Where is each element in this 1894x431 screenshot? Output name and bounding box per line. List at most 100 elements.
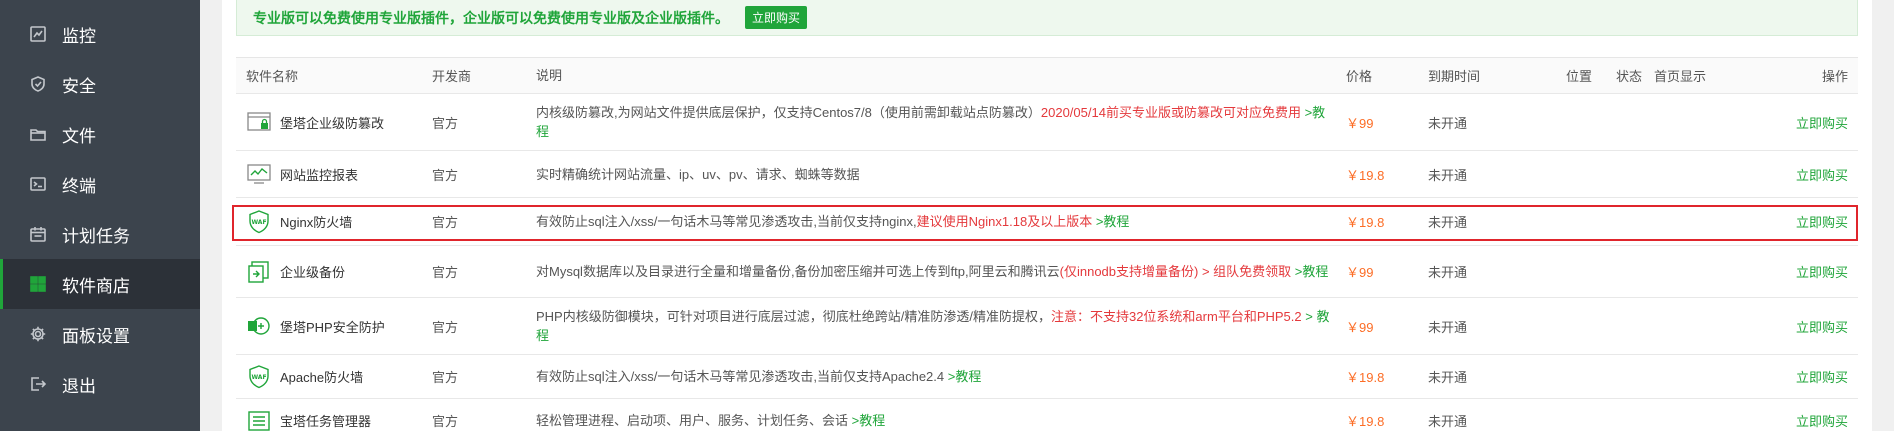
price: ￥99: [1346, 115, 1374, 131]
sidebar-item-panel-settings[interactable]: 面板设置: [0, 309, 200, 359]
sidebar-item-security[interactable]: 安全: [0, 59, 200, 109]
app-name[interactable]: Nginx防火墙: [280, 212, 352, 231]
developer: 官方: [422, 297, 526, 355]
sidebar-item-software-store[interactable]: 软件商店: [0, 259, 200, 309]
app-name[interactable]: 企业级备份: [280, 262, 345, 281]
tutorial-link[interactable]: >教程: [848, 413, 886, 428]
price: ￥19.8: [1346, 414, 1385, 429]
price: ￥19.8: [1346, 167, 1385, 183]
app-name[interactable]: 宝塔任务管理器: [280, 411, 371, 430]
price: ￥19.8: [1346, 215, 1385, 230]
sidebar-item-label: 计划任务: [62, 226, 130, 246]
description-text: 有效防止sql注入/xss/一句话木马等常见渗透攻击,当前仅支持Apache2.…: [536, 369, 945, 384]
buy-now-button[interactable]: 立即购买: [1796, 168, 1848, 183]
site-monitor-icon: [246, 161, 272, 187]
buy-now-button[interactable]: 立即购买: [1796, 116, 1848, 131]
expire-time: 未开通: [1428, 150, 1566, 198]
description: 内核级防篡改,为网站文件提供底层保护，仅支持Centos7/8（使用前需卸载站点…: [526, 93, 1346, 151]
table-row: 网站监控报表 官方 实时精确统计网站流量、ip、uv、pv、请求、蜘蛛等数据 ￥…: [236, 150, 1858, 198]
sidebar-item-terminal[interactable]: 终端: [0, 159, 200, 209]
developer: 官方: [422, 150, 526, 198]
buy-now-button[interactable]: 立即购买: [1796, 265, 1848, 280]
description-text: 轻松管理进程、启动项、用户、服务、计划任务、会话: [536, 413, 849, 428]
promo-text: 专业版可以免费使用专业版插件，企业版可以免费使用专业版及企业版插件。: [253, 9, 729, 26]
description-warning: 注意：不支持32位系统和arm平台和PHP5.2: [1050, 309, 1302, 324]
developer: 官方: [422, 398, 526, 431]
promo-banner: 专业版可以免费使用专业版插件，企业版可以免费使用专业版及企业版插件。 立即购买: [236, 0, 1858, 36]
grid-icon: [28, 274, 48, 294]
backup-icon: [246, 259, 272, 285]
sidebar-item-label: 文件: [62, 126, 96, 146]
app-name[interactable]: 堡塔企业级防篡改: [280, 113, 384, 132]
description-text: PHP内核级防御模块，可针对项目进行底层过滤，彻底杜绝跨站/精准防渗透/精准防提…: [536, 309, 1051, 324]
expire-time: 未开通: [1428, 297, 1566, 355]
sidebar-item-label: 监控: [62, 26, 96, 46]
buy-now-button[interactable]: 立即购买: [1796, 414, 1848, 429]
description-text: 内核级防篡改,为网站文件提供底层保护，仅支持Centos7/8（使用前需卸载站点…: [536, 105, 1041, 120]
developer: 官方: [422, 93, 526, 151]
table-row: 堡塔PHP安全防护 官方 PHP内核级防御模块，可针对项目进行底层过滤，彻底杜绝…: [236, 297, 1858, 355]
table-row: 堡塔企业级防篡改 官方 内核级防篡改,为网站文件提供底层保护，仅支持Centos…: [236, 93, 1858, 151]
header-action: 操作: [1764, 57, 1858, 94]
software-store-panel: 专业版可以免费使用专业版插件，企业版可以免费使用专业版及企业版插件。 立即购买 …: [222, 0, 1872, 431]
terminal-icon: [28, 174, 48, 194]
gear-icon: [28, 324, 48, 344]
sidebar-item-files[interactable]: 文件: [0, 109, 200, 159]
task-manager-icon: [246, 408, 272, 431]
sidebar-item-label: 终端: [62, 176, 96, 196]
description: 实时精确统计网站流量、ip、uv、pv、请求、蜘蛛等数据: [526, 150, 1346, 198]
shield-icon: [28, 74, 48, 94]
logout-icon: [28, 374, 48, 394]
description: PHP内核级防御模块，可针对项目进行底层过滤，彻底杜绝跨站/精准防渗透/精准防提…: [526, 297, 1346, 355]
header-name[interactable]: 软件名称: [236, 57, 422, 94]
expire-time: 未开通: [1428, 245, 1566, 298]
sidebar-item-logout[interactable]: 退出: [0, 359, 200, 409]
sidebar: 监控 安全 文件 终端 计划任务 软件商店 面板设置 退出: [0, 0, 200, 431]
sidebar-item-label: 退出: [62, 376, 96, 396]
header-price[interactable]: 价格: [1346, 57, 1428, 94]
main-content: 专业版可以免费使用专业版插件，企业版可以免费使用专业版及企业版插件。 立即购买 …: [200, 0, 1894, 431]
buy-now-button[interactable]: 立即购买: [1796, 215, 1848, 230]
calendar-icon: [28, 224, 48, 244]
price: ￥99: [1346, 319, 1374, 335]
promo-buy-button[interactable]: 立即购买: [745, 6, 808, 29]
sidebar-item-label: 软件商店: [62, 276, 130, 296]
svg-text:WAF: WAF: [251, 219, 266, 226]
sidebar-item-label: 面板设置: [62, 326, 130, 346]
monitor-icon: [28, 24, 48, 44]
developer: 官方: [422, 197, 526, 246]
table-row: 企业级备份 官方 对Mysql数据库以及目录进行全量和增量备份,备份加密压缩并可…: [236, 245, 1858, 298]
tutorial-link[interactable]: >教程: [1092, 214, 1130, 229]
waf-shield-icon: WAF: [246, 209, 272, 235]
expire-time: 未开通: [1428, 93, 1566, 151]
header-description: 说明: [526, 57, 1346, 94]
table-row: 宝塔任务管理器 官方 轻松管理进程、启动项、用户、服务、计划任务、会话 >教程 …: [236, 398, 1858, 431]
tutorial-link[interactable]: >教程: [944, 369, 982, 384]
expire-time: 未开通: [1428, 398, 1566, 431]
expire-time: 未开通: [1428, 354, 1566, 399]
svg-text:WAF: WAF: [251, 374, 266, 381]
software-table: 软件名称 开发商 说明 价格 到期时间 位置 状态 首页显示 操作 堡塔企业级防…: [236, 57, 1858, 431]
description-text: 对Mysql数据库以及目录进行全量和增量备份,备份加密压缩并可选上传到ftp,阿…: [536, 264, 1060, 279]
description-text: 有效防止sql注入/xss/一句话木马等常见渗透攻击,当前仅支持nginx,: [536, 214, 917, 229]
header-status: 状态: [1616, 57, 1654, 94]
price: ￥19.8: [1346, 370, 1385, 385]
folder-icon: [28, 124, 48, 144]
header-homepage: 首页显示: [1654, 57, 1764, 94]
sidebar-item-monitor[interactable]: 监控: [0, 9, 200, 59]
sidebar-item-label: 安全: [62, 76, 96, 96]
table-row: WAF Apache防火墙 官方 有效防止sql注入/xss/一句话木马等常见渗…: [236, 354, 1858, 399]
description: 有效防止sql注入/xss/一句话木马等常见渗透攻击,当前仅支持Apache2.…: [526, 354, 1346, 399]
description: 轻松管理进程、启动项、用户、服务、计划任务、会话 >教程: [526, 398, 1346, 431]
php-shield-icon: [246, 313, 272, 339]
app-name[interactable]: Apache防火墙: [280, 367, 363, 386]
buy-now-button[interactable]: 立即购买: [1796, 320, 1848, 335]
app-name[interactable]: 堡塔PHP安全防护: [280, 317, 385, 336]
price: ￥99: [1346, 265, 1374, 280]
app-name[interactable]: 网站监控报表: [280, 165, 358, 184]
sidebar-item-cron[interactable]: 计划任务: [0, 209, 200, 259]
tutorial-link[interactable]: >教程: [1291, 264, 1329, 279]
header-expire[interactable]: 到期时间: [1428, 57, 1566, 94]
buy-now-button[interactable]: 立即购买: [1796, 370, 1848, 385]
header-developer: 开发商: [422, 57, 526, 94]
